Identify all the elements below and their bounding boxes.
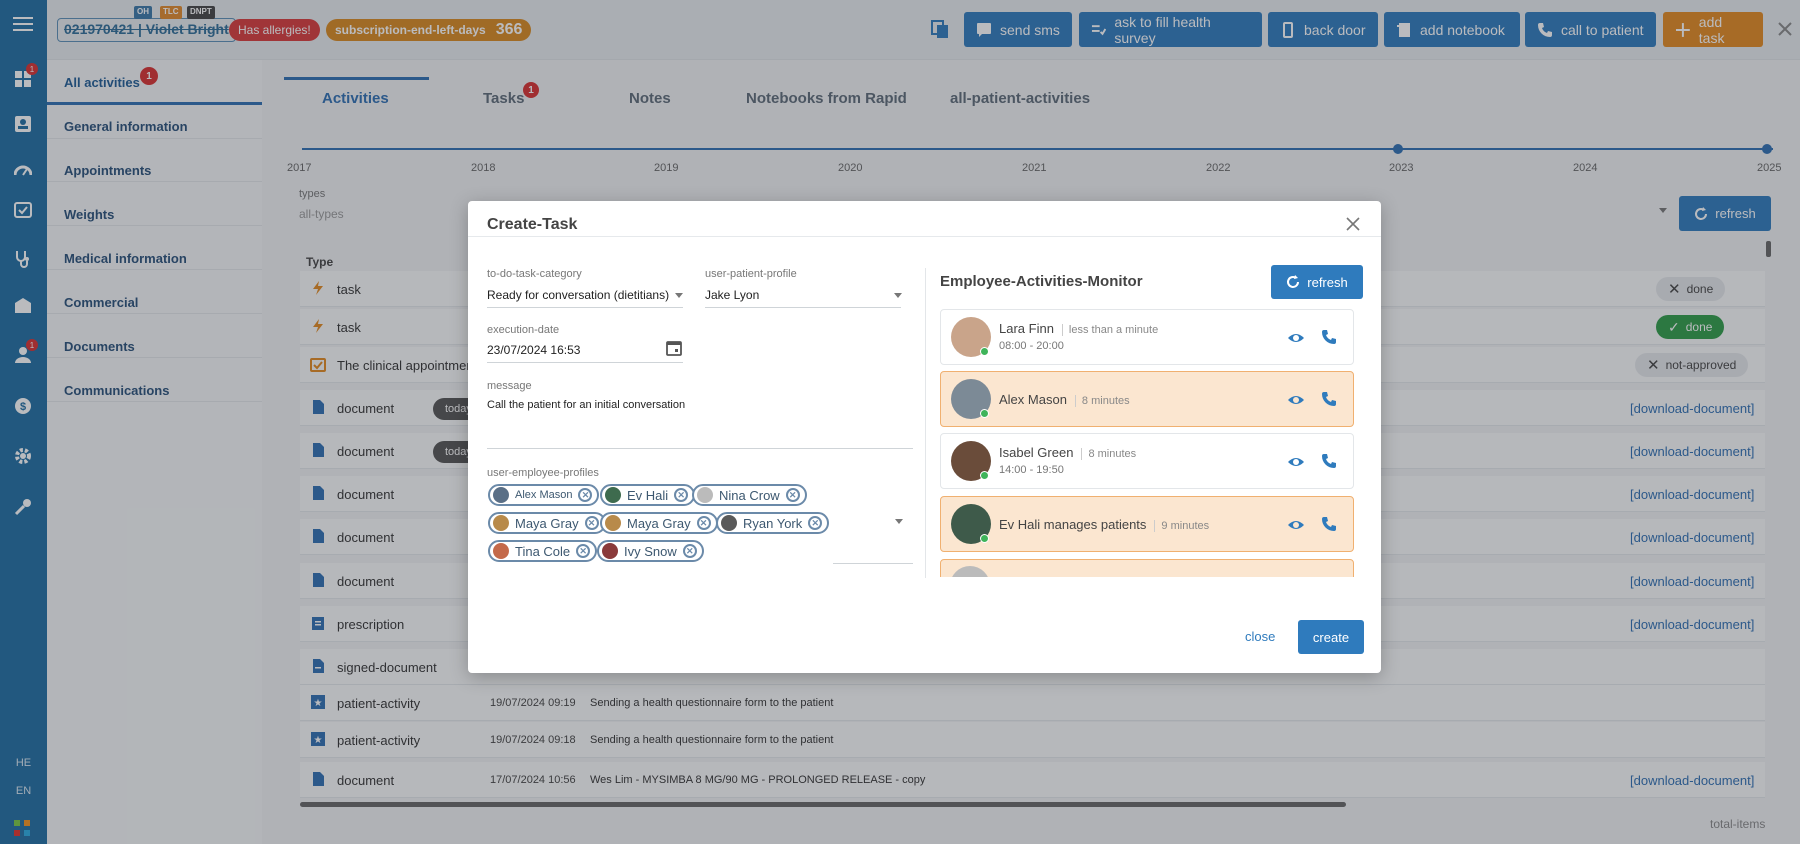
online-indicator bbox=[980, 347, 989, 356]
online-indicator bbox=[980, 534, 989, 543]
employee-monitor-item[interactable]: Ev Hali manages patients 9 minutes bbox=[940, 496, 1354, 552]
employees-label: user-employee-profiles bbox=[487, 467, 599, 479]
employee-monitor-item[interactable]: Alex Mason 8 minutes bbox=[940, 371, 1354, 427]
date-input[interactable]: 23/07/2024 16:53 bbox=[487, 343, 580, 357]
remove-tag-icon: ✕ bbox=[808, 516, 823, 530]
create-task-dialog: Create-Task to-do-task-category Ready fo… bbox=[468, 201, 1381, 673]
phone-icon[interactable] bbox=[1321, 329, 1337, 345]
category-select[interactable]: Ready for conversation (dietitians) bbox=[487, 288, 669, 302]
employee-tag[interactable]: Alex Mason ✕ bbox=[488, 484, 600, 506]
phone-icon[interactable] bbox=[1321, 391, 1337, 407]
remove-tag-icon: ✕ bbox=[584, 516, 599, 530]
employee-tag[interactable]: Ryan York ✕ bbox=[716, 512, 830, 534]
patient-chevron-down-icon[interactable] bbox=[894, 293, 902, 298]
remove-tag-icon: ✕ bbox=[576, 544, 591, 558]
employee-monitor-item[interactable]: Isabel Green 8 minutes 14:00 - 19:50 bbox=[940, 433, 1354, 489]
employee-tag[interactable]: Ev Hali ✕ bbox=[600, 484, 696, 506]
remove-tag-icon: ✕ bbox=[785, 488, 800, 502]
remove-tag-icon: ✕ bbox=[674, 488, 689, 502]
monitor-title: Employee-Activities-Monitor bbox=[940, 273, 1143, 290]
eye-icon[interactable] bbox=[1287, 391, 1305, 409]
remove-tag-icon: ✕ bbox=[578, 488, 593, 502]
phone-icon[interactable] bbox=[1321, 453, 1337, 469]
employee-tag[interactable]: Nina Crow ✕ bbox=[692, 484, 807, 506]
category-chevron-down-icon[interactable] bbox=[675, 293, 683, 298]
patient-select[interactable]: Jake Lyon bbox=[705, 288, 759, 302]
message-label: message bbox=[487, 380, 532, 392]
category-label: to-do-task-category bbox=[487, 268, 582, 280]
eye-icon[interactable] bbox=[1287, 329, 1305, 347]
eye-icon[interactable] bbox=[1287, 453, 1305, 471]
employee-tag[interactable]: Maya Gray ✕ bbox=[488, 512, 606, 534]
eye-icon[interactable] bbox=[1287, 516, 1305, 534]
monitor-refresh-button[interactable]: refresh bbox=[1271, 265, 1363, 299]
close-button[interactable]: close bbox=[1245, 629, 1275, 644]
online-indicator bbox=[980, 409, 989, 418]
employee-tag[interactable]: Tina Cole ✕ bbox=[488, 540, 598, 562]
dialog-title: Create-Task bbox=[487, 216, 578, 233]
employee-monitor-item[interactable]: Lara Finn less than a minute 08:00 - 20:0… bbox=[940, 309, 1354, 365]
create-button[interactable]: create bbox=[1298, 620, 1364, 654]
dialog-close-icon[interactable] bbox=[1345, 216, 1361, 232]
employee-tag[interactable]: Maya Gray ✕ bbox=[600, 512, 718, 534]
phone-icon[interactable] bbox=[1321, 516, 1337, 532]
patient-label: user-patient-profile bbox=[705, 268, 797, 280]
refresh-icon bbox=[1287, 275, 1300, 288]
message-textarea[interactable]: Call the patient for an initial conversa… bbox=[487, 399, 685, 411]
calendar-icon[interactable] bbox=[665, 339, 683, 357]
remove-tag-icon: ✕ bbox=[682, 544, 697, 558]
employee-tag[interactable]: Ivy Snow ✕ bbox=[597, 540, 704, 562]
remove-tag-icon: ✕ bbox=[696, 516, 711, 530]
employee-monitor-item-partial[interactable] bbox=[940, 559, 1354, 577]
employees-chevron-down-icon[interactable] bbox=[895, 519, 903, 524]
online-indicator bbox=[980, 471, 989, 480]
date-label: execution-date bbox=[487, 324, 560, 336]
